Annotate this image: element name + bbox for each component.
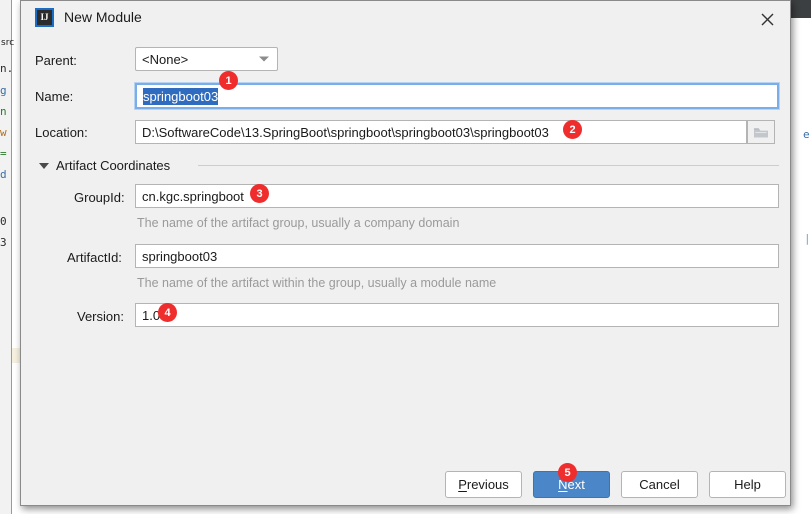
artifact-coordinates-section-header[interactable]: Artifact Coordinates	[39, 158, 170, 173]
close-icon[interactable]	[745, 1, 790, 37]
ide-gutter	[0, 0, 12, 514]
groupid-field-value: cn.kgc.springboot	[142, 188, 244, 204]
ide-code-fragment: 3	[0, 236, 7, 249]
location-label: Location:	[35, 125, 88, 140]
ide-code-fragment-right: e	[803, 128, 810, 141]
artifactid-field[interactable]: springboot03	[135, 244, 779, 268]
ide-code-fragment: 0	[0, 215, 7, 228]
ide-code-fragment: n.	[0, 62, 12, 75]
artifact-coordinates-title: Artifact Coordinates	[56, 158, 171, 173]
help-button-label: Help	[734, 477, 761, 492]
annotation-badge-3: 3	[250, 184, 269, 203]
version-field[interactable]: 1.0	[135, 303, 779, 327]
dialog-title-bar: IJ New Module	[21, 1, 790, 38]
folder-icon[interactable]	[747, 120, 775, 144]
annotation-badge-1: 1	[219, 71, 238, 90]
ide-code-fragment: d	[0, 168, 7, 181]
ide-code-fragment: =	[0, 147, 7, 160]
artifactid-label: ArtifactId:	[67, 250, 122, 265]
previous-button-label: Previous	[458, 477, 509, 492]
location-field[interactable]: D:\SoftwareCode\13.SpringBoot\springboot…	[135, 120, 747, 144]
triangle-down-icon	[39, 162, 49, 169]
ide-code-fragment: g	[0, 84, 7, 97]
dialog-title: New Module	[64, 9, 142, 25]
ide-code-fragment: w	[0, 126, 7, 139]
previous-button[interactable]: Previous	[445, 471, 522, 498]
groupid-label: GroupId:	[74, 190, 125, 205]
groupid-helper-text: The name of the artifact group, usually …	[137, 216, 460, 230]
artifactid-helper-text: The name of the artifact within the grou…	[137, 276, 497, 290]
section-divider	[198, 165, 779, 166]
app-icon-text: IJ	[40, 11, 49, 22]
ide-tab-label: src	[1, 38, 15, 48]
groupid-field[interactable]: cn.kgc.springboot	[135, 184, 779, 208]
parent-dropdown[interactable]: <None>	[135, 47, 278, 71]
annotation-badge-4: 4	[158, 303, 177, 322]
cancel-button-label: Cancel	[639, 477, 680, 492]
new-module-dialog: IJ New Module Parent: <None> Name: sprin…	[20, 0, 791, 506]
location-field-value: D:\SoftwareCode\13.SpringBoot\springboot…	[142, 124, 549, 140]
parent-dropdown-value: <None>	[142, 51, 189, 67]
name-field-value: springboot03	[143, 87, 219, 105]
parent-label: Parent:	[35, 53, 77, 68]
version-label: Version:	[77, 309, 124, 324]
ide-code-fragment-right: |	[804, 232, 811, 245]
cancel-button[interactable]: Cancel	[621, 471, 698, 498]
intellij-idea-icon: IJ	[35, 8, 54, 27]
name-label: Name:	[35, 89, 74, 104]
help-button[interactable]: Help	[709, 471, 786, 498]
annotation-badge-5: 5	[558, 463, 577, 482]
ide-code-fragment: n	[0, 105, 7, 118]
annotation-badge-2: 2	[563, 120, 582, 139]
chevron-down-icon	[259, 56, 269, 62]
artifactid-field-value: springboot03	[142, 248, 218, 264]
